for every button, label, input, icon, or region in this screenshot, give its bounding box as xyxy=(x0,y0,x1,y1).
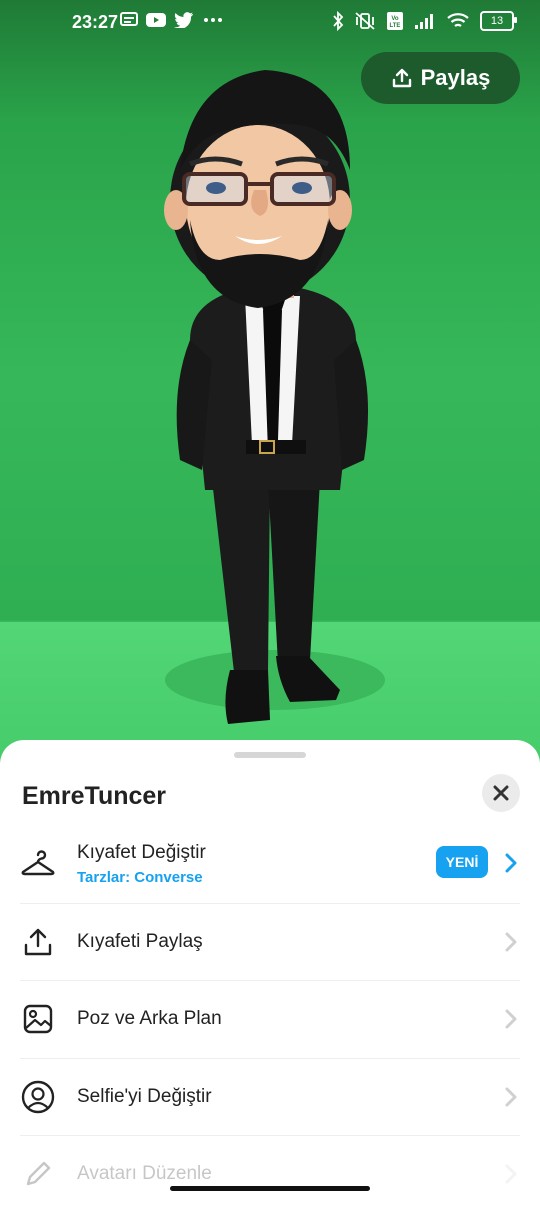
pencil-icon xyxy=(26,1161,51,1185)
menu-item-sublabel[interactable]: Tarzlar: Converse xyxy=(77,869,203,886)
close-button[interactable] xyxy=(482,774,520,812)
bluetooth-icon xyxy=(333,11,344,31)
upload-icon xyxy=(392,68,411,88)
bottom-sheet: EmreTuncer Kıyafet Değiştir Tarzlar: Con… xyxy=(0,740,540,1200)
menu-item-share-outfit[interactable]: Kıyafeti Paylaş xyxy=(0,903,540,980)
menu-item-label: Selfie'yi Değiştir xyxy=(77,1086,212,1107)
upload-icon xyxy=(24,928,52,955)
chevron-right-icon xyxy=(505,1087,517,1106)
wifi-icon xyxy=(447,13,469,27)
battery-icon: 13 xyxy=(480,11,517,31)
menu-item-label: Avatarı Düzenle xyxy=(77,1163,212,1184)
status-time: 23:27 xyxy=(72,12,119,32)
hanger-icon xyxy=(21,849,55,875)
menu-item-edit-avatar[interactable]: Avatarı Düzenle xyxy=(0,1135,540,1212)
battery-level: 13 xyxy=(490,15,504,27)
sheet-title: EmreTuncer xyxy=(22,782,167,810)
status-left-icons xyxy=(120,12,224,28)
chevron-right-icon xyxy=(505,932,517,951)
avatar-figure xyxy=(164,70,385,724)
menu-item-change-selfie[interactable]: Selfie'yi Değiştir xyxy=(0,1058,540,1135)
message-icon xyxy=(120,12,138,26)
chevron-right-icon xyxy=(505,1164,517,1183)
menu-item-label: Poz ve Arka Plan xyxy=(77,1008,222,1029)
youtube-icon xyxy=(146,13,166,27)
chevron-right-icon xyxy=(505,1009,517,1028)
twitter-icon xyxy=(174,12,193,28)
menu-item-label: Kıyafet Değiştir xyxy=(77,842,206,863)
sheet-drag-handle[interactable] xyxy=(234,752,306,758)
close-icon xyxy=(493,785,509,801)
volte-icon: Vo LTE xyxy=(387,12,403,30)
menu-item-label: Kıyafeti Paylaş xyxy=(77,931,203,952)
home-indicator[interactable] xyxy=(170,1186,370,1191)
status-bar: 23:27 Vo LTE 13 xyxy=(0,0,540,44)
vibrate-off-icon xyxy=(355,12,375,30)
status-right-icons: Vo LTE 13 xyxy=(332,11,517,31)
image-icon xyxy=(23,1004,53,1033)
share-button-label: Paylaş xyxy=(420,65,491,90)
user-circle-icon xyxy=(21,1080,55,1113)
menu-item-pose-background[interactable]: Poz ve Arka Plan xyxy=(0,980,540,1057)
chevron-right-icon xyxy=(505,853,517,872)
svg-text:LTE: LTE xyxy=(390,23,401,29)
signal-icon xyxy=(415,14,433,29)
new-badge: YENİ xyxy=(436,846,488,878)
more-dots-icon xyxy=(204,18,222,22)
svg-text:Vo: Vo xyxy=(391,16,399,22)
